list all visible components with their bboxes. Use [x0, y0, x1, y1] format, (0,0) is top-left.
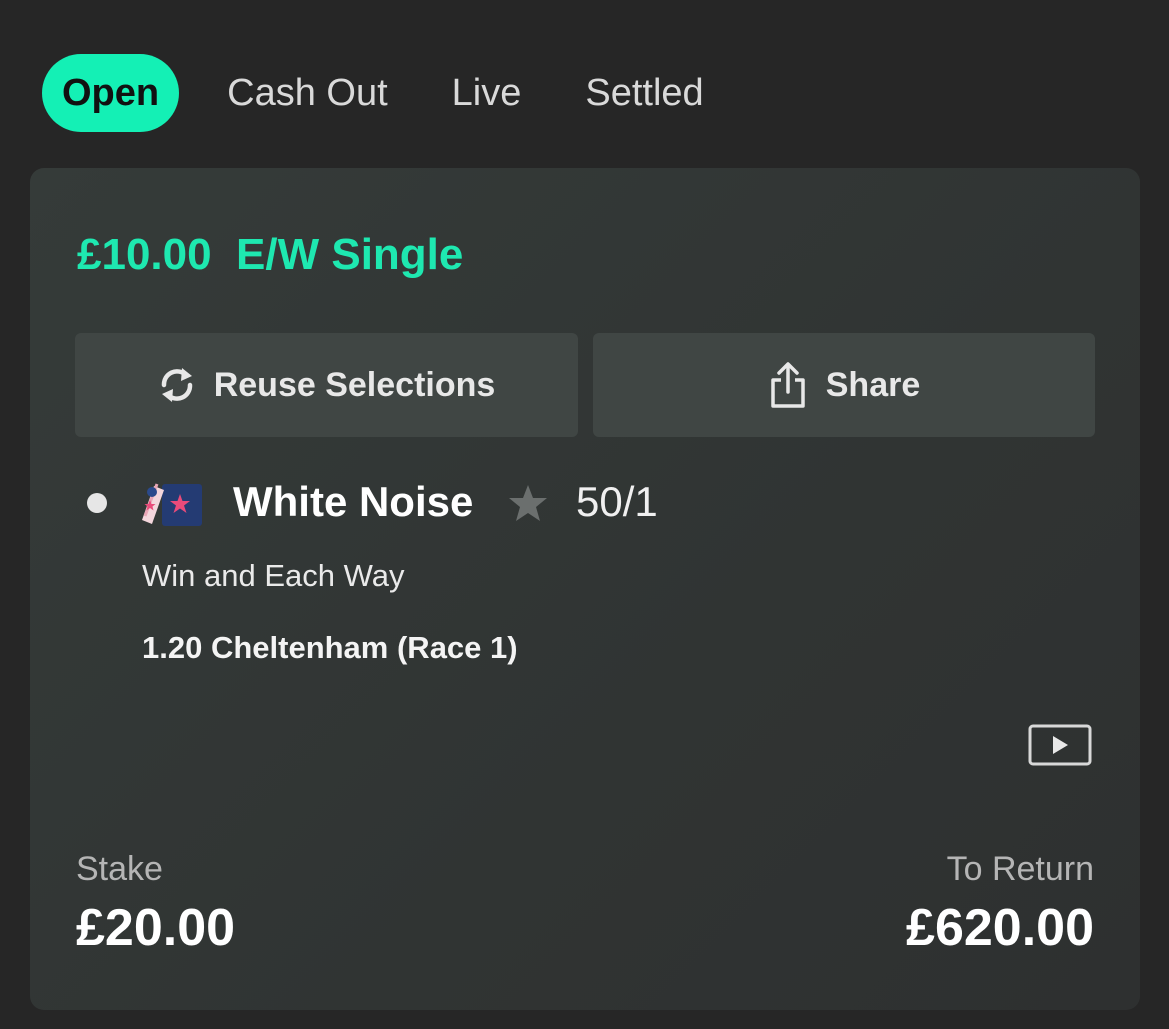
- star-icon[interactable]: [508, 484, 548, 522]
- share-button[interactable]: Share: [593, 333, 1095, 437]
- reuse-selections-label: Reuse Selections: [213, 365, 496, 404]
- bet-filter-tabs: Open Cash Out Live Settled: [42, 54, 768, 132]
- stake-label: Stake: [76, 850, 163, 888]
- to-return-label: To Return: [946, 850, 1094, 888]
- tab-open[interactable]: Open: [42, 54, 180, 132]
- share-icon: [771, 362, 805, 408]
- market-name: Win and Each Way: [142, 558, 405, 593]
- jockey-silks-icon: [142, 483, 202, 526]
- bet-card: £10.00 E/W Single Reuse Selections Share…: [30, 168, 1140, 1010]
- to-return-value: £620.00: [906, 899, 1094, 957]
- horse-name: White Noise: [233, 478, 474, 525]
- refresh-icon: [161, 368, 192, 402]
- bet-title: £10.00 E/W Single: [77, 230, 464, 279]
- reuse-selections-button[interactable]: Reuse Selections: [75, 333, 578, 437]
- share-label: Share: [825, 365, 921, 404]
- play-video-icon[interactable]: [1028, 724, 1092, 766]
- selection-status-dot: [87, 493, 107, 513]
- stake-value: £20.00: [76, 899, 236, 957]
- tab-settled[interactable]: Settled: [585, 54, 703, 132]
- tab-cash-out[interactable]: Cash Out: [227, 54, 388, 132]
- tab-live[interactable]: Live: [452, 54, 522, 132]
- selection-odds: 50/1: [576, 478, 658, 525]
- race-name: 1.20 Cheltenham (Race 1): [142, 630, 518, 665]
